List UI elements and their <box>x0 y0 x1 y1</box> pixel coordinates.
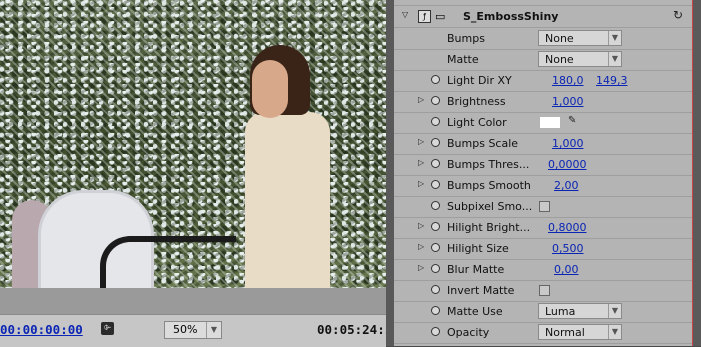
param-label: Blur Matte <box>447 263 505 276</box>
stopwatch-icon[interactable] <box>431 285 440 294</box>
param-label: Light Color <box>447 116 507 129</box>
param-blur-matte: ▷ Blur Matte 0,00 <box>394 259 692 281</box>
stopwatch-icon[interactable] <box>431 222 440 231</box>
blur-matte-value[interactable]: 0,00 <box>554 263 579 276</box>
param-label: Bumps Thres... <box>447 158 530 171</box>
bumps-smooth-value[interactable]: 2,00 <box>554 179 579 192</box>
current-timecode[interactable]: 00:00:00:00 <box>0 322 83 337</box>
param-label: Subpixel Smo... <box>447 200 533 213</box>
snapshot-icon[interactable]: ⌱ <box>101 322 114 335</box>
collapse-icon[interactable]: ▽ <box>402 10 408 19</box>
effect-header[interactable]: ▽ ƒ ▭ S_EmbossShiny ↻ <box>394 6 692 28</box>
zoom-select[interactable]: 50% ▼ <box>164 321 222 339</box>
effect-name: S_EmbossShiny <box>463 10 559 23</box>
param-light-color: Light Color ✎ <box>394 112 692 134</box>
effect-preset-icon: ▭ <box>435 10 446 23</box>
light-dir-x-value[interactable]: 180,0 <box>552 74 584 87</box>
expand-icon[interactable]: ▷ <box>418 263 424 272</box>
brightness-value[interactable]: 1,000 <box>552 95 584 108</box>
expand-icon[interactable]: ▷ <box>418 95 424 104</box>
param-label: Matte <box>447 53 479 66</box>
expand-icon[interactable]: ▷ <box>418 137 424 146</box>
invert-matte-checkbox[interactable] <box>539 285 550 296</box>
param-hilight-size: ▷ Hilight Size 0,500 <box>394 238 692 260</box>
param-bumps-scale: ▷ Bumps Scale 1,000 <box>394 133 692 155</box>
monitor-timebar: 00:00:00:00 ⌱ 50% ▼ 00:05:24:14 <box>0 314 400 347</box>
select-value: None <box>545 32 574 45</box>
expand-icon[interactable]: ▷ <box>418 242 424 251</box>
param-label: Bumps Smooth <box>447 179 531 192</box>
stopwatch-icon[interactable] <box>431 264 440 273</box>
param-subpixel: Subpixel Smo... <box>394 196 692 218</box>
matte-select[interactable]: None ▼ <box>538 51 622 67</box>
param-label: Bumps Scale <box>447 137 519 150</box>
video-frame[interactable] <box>0 0 386 288</box>
matte-use-select[interactable]: Luma ▼ <box>538 303 622 319</box>
eyedropper-icon[interactable]: ✎ <box>568 115 576 126</box>
param-label: Bumps <box>447 32 485 45</box>
effect-controls-panel: ▽ ƒ ▭ S_EmbossShiny ↻ Bumps None ▼ Matte… <box>394 0 692 346</box>
param-bumps: Bumps None ▼ <box>394 28 692 50</box>
param-matte: Matte None ▼ <box>394 49 692 71</box>
param-invert-matte: Invert Matte <box>394 280 692 302</box>
param-label: Opacity <box>447 326 490 339</box>
stopwatch-icon[interactable] <box>431 243 440 252</box>
chevron-down-icon: ▼ <box>608 31 621 45</box>
subpixel-checkbox[interactable] <box>539 201 550 212</box>
param-label: Hilight Size <box>447 242 509 255</box>
zoom-value: 50% <box>173 323 198 336</box>
select-value: None <box>545 53 574 66</box>
param-matte-use: Matte Use Luma ▼ <box>394 301 692 323</box>
stroller-handle <box>100 236 236 288</box>
woman-figure <box>245 112 330 288</box>
chevron-down-icon: ▼ <box>608 325 621 339</box>
expand-icon[interactable]: ▷ <box>418 221 424 230</box>
bumps-scale-value[interactable]: 1,000 <box>552 137 584 150</box>
expand-icon[interactable]: ▷ <box>418 158 424 167</box>
param-label: Brightness <box>447 95 506 108</box>
stopwatch-icon[interactable] <box>431 306 440 315</box>
bumps-thres-value[interactable]: 0,0000 <box>548 158 587 171</box>
param-bumps-thres: ▷ Bumps Thres... 0,0000 <box>394 154 692 176</box>
select-value: Luma <box>545 305 576 318</box>
chevron-down-icon: ▼ <box>608 52 621 66</box>
param-label: Invert Matte <box>447 284 515 297</box>
param-bumps-smooth: ▷ Bumps Smooth 2,00 <box>394 175 692 197</box>
stopwatch-icon[interactable] <box>431 117 440 126</box>
select-value: Normal <box>545 326 585 339</box>
opacity-select[interactable]: Normal ▼ <box>538 324 622 340</box>
stopwatch-icon[interactable] <box>431 201 440 210</box>
panel-scroll-edge[interactable] <box>692 0 701 346</box>
program-monitor: 00:00:00:00 ⌱ 50% ▼ 00:05:24:14 <box>0 0 400 347</box>
stopwatch-icon[interactable] <box>431 159 440 168</box>
stopwatch-icon[interactable] <box>431 180 440 189</box>
param-label: Hilight Bright... <box>447 221 531 234</box>
stopwatch-icon[interactable] <box>431 138 440 147</box>
chevron-down-icon: ▼ <box>608 304 621 318</box>
reset-icon[interactable]: ↻ <box>673 8 683 22</box>
param-brightness: ▷ Brightness 1,000 <box>394 91 692 113</box>
bumps-select[interactable]: None ▼ <box>538 30 622 46</box>
fx-toggle-icon[interactable]: ƒ <box>418 10 431 23</box>
expand-icon[interactable]: ▷ <box>418 179 424 188</box>
stopwatch-icon[interactable] <box>431 96 440 105</box>
param-label: Light Dir XY <box>447 74 512 87</box>
light-color-swatch[interactable] <box>540 117 560 128</box>
hilight-size-value[interactable]: 0,500 <box>552 242 584 255</box>
chevron-down-icon: ▼ <box>206 322 221 338</box>
light-dir-y-value[interactable]: 149,3 <box>596 74 628 87</box>
param-light-dir: Light Dir XY 180,0 149,3 <box>394 70 692 92</box>
param-hilight-bright: ▷ Hilight Bright... 0,8000 <box>394 217 692 239</box>
hilight-bright-value[interactable]: 0,8000 <box>548 221 587 234</box>
param-label: Matte Use <box>447 305 503 318</box>
stopwatch-icon[interactable] <box>431 327 440 336</box>
woman-face <box>252 60 288 118</box>
stopwatch-icon[interactable] <box>431 75 440 84</box>
param-opacity: Opacity Normal ▼ <box>394 322 692 344</box>
